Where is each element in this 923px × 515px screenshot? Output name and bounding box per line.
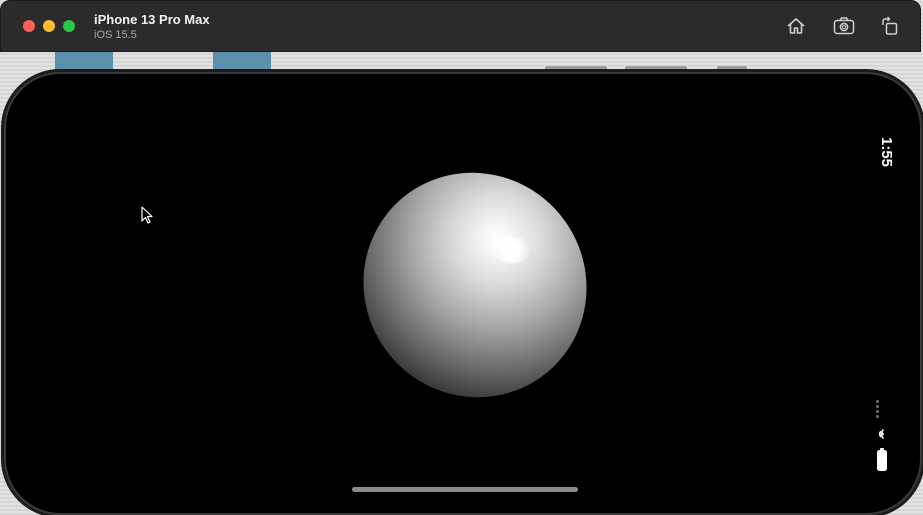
rotate-button[interactable] [878,14,902,38]
screenshot-button[interactable] [832,14,856,38]
device-title-block: iPhone 13 Pro Max iOS 15.5 [94,12,210,42]
background-window-tab [213,52,271,74]
camera-icon [833,17,855,35]
os-version: iOS 15.5 [94,29,137,41]
status-bar-time: 1:55 [878,136,895,168]
shaded-sphere [334,143,616,427]
rotate-icon [882,16,898,35]
background-window-tab [55,52,113,74]
zoom-window-button[interactable] [63,20,75,32]
minimize-window-button[interactable] [43,20,55,32]
close-window-button[interactable] [23,20,35,32]
battery-icon [877,448,887,471]
mouse-cursor-icon [141,206,153,224]
device-name: iPhone 13 Pro Max [94,12,210,27]
simulator-titlebar[interactable]: iPhone 13 Pro Max iOS 15.5 [0,0,921,52]
home-icon [787,18,805,34]
wifi-icon [878,429,884,439]
home-button[interactable] [784,14,808,38]
sphere-specular-highlight [493,236,529,264]
home-indicator[interactable] [352,487,578,492]
device-screen[interactable]: 1:55 [4,72,922,515]
cellular-signal-icon [876,400,880,418]
